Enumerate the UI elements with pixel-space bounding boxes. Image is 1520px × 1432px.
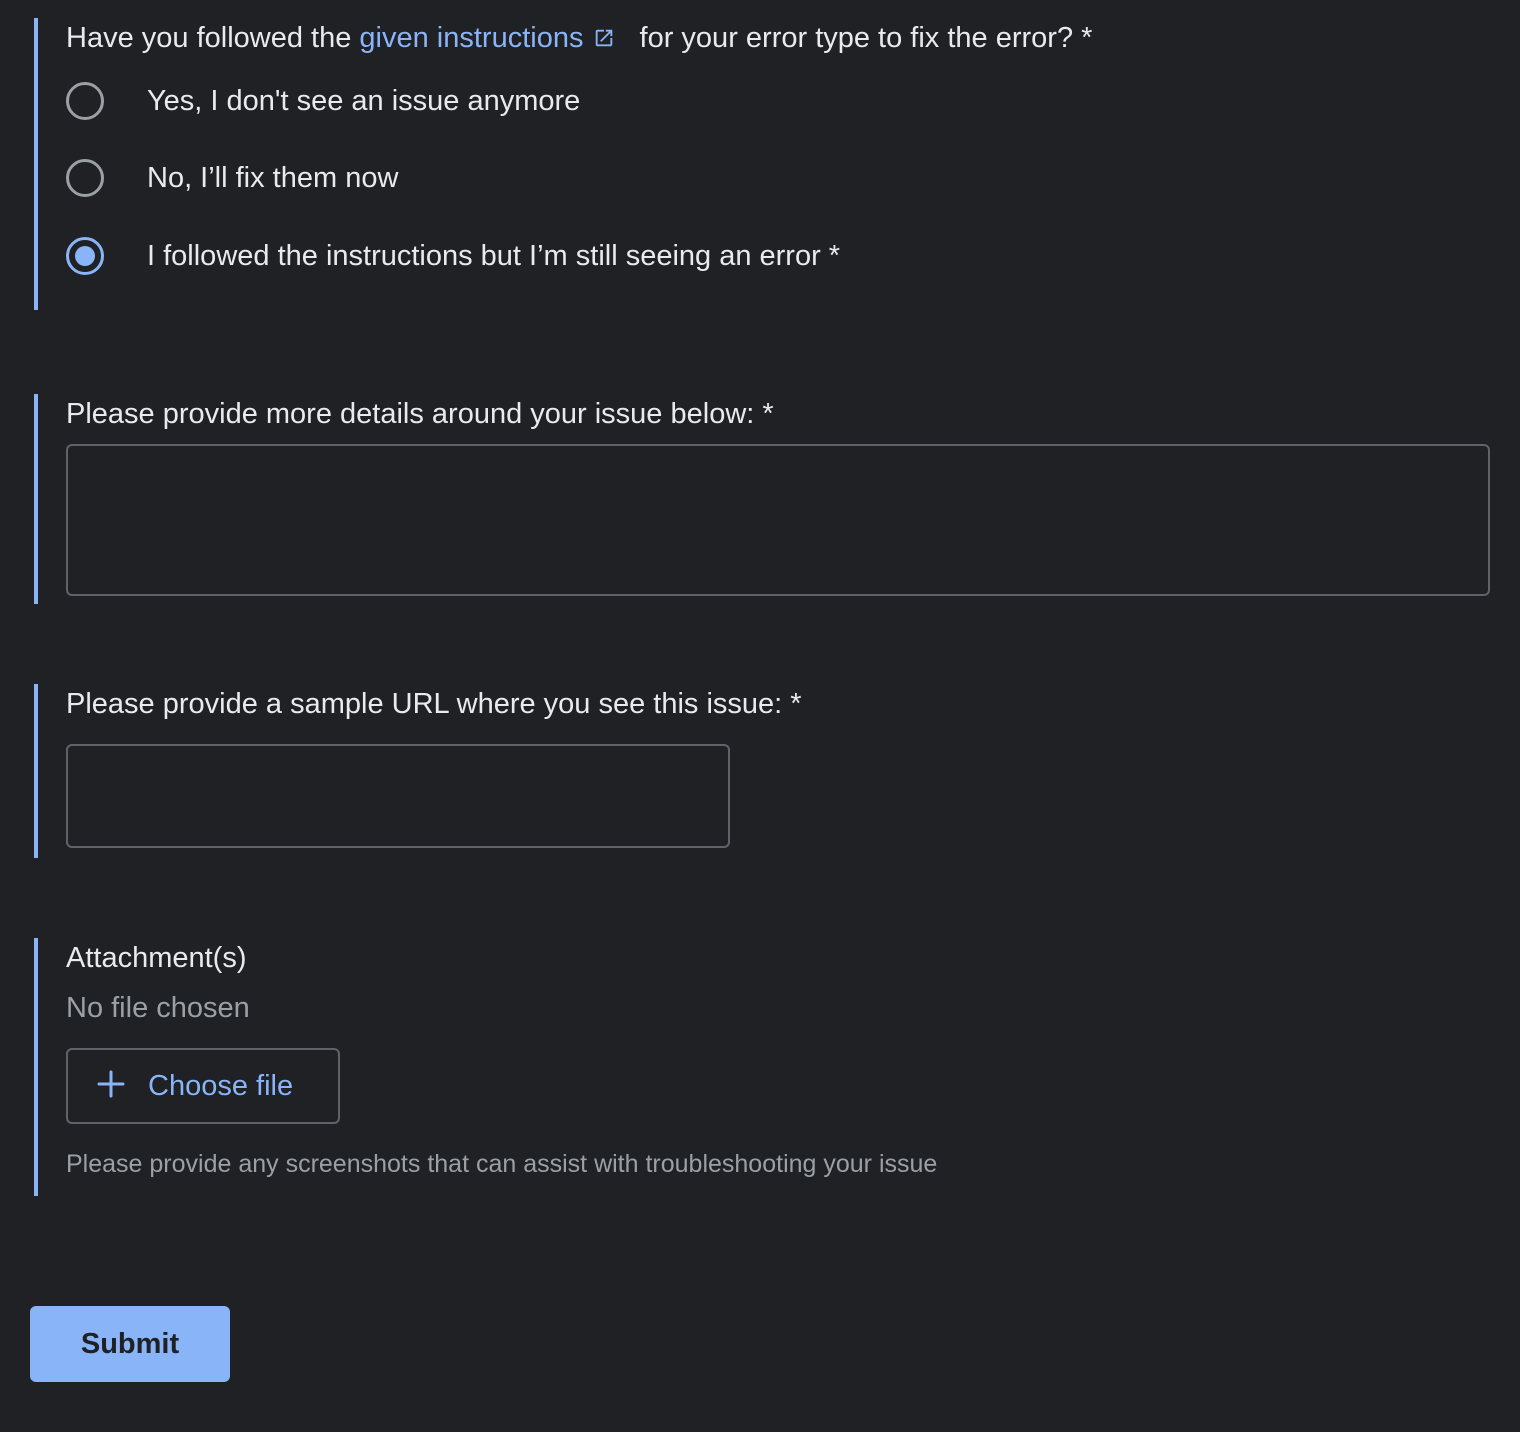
external-link-icon [593,22,615,58]
feedback-form: Have you followed the given instructions… [0,0,1520,1432]
given-instructions-label: given instructions [359,22,584,54]
question-suffix: for your error type to fix the error? * [639,22,1093,54]
plus-icon [96,1069,126,1104]
details-textarea[interactable] [66,444,1490,596]
attachments-label: Attachment(s) [66,942,247,974]
sample-url-label: Please provide a sample URL where you se… [66,688,802,720]
radio-option-no-issue[interactable]: Yes, I don't see an issue anymore [66,82,580,120]
attachments-hint: Please provide any screenshots that can … [66,1150,938,1178]
submit-button[interactable]: Submit [30,1306,230,1382]
given-instructions-link[interactable]: given instructions [359,22,631,54]
radio-option-still-error[interactable]: I followed the instructions but I’m stil… [66,237,840,275]
question-error-fix-section: Have you followed the given instructions… [34,18,1494,310]
sample-url-section: Please provide a sample URL where you se… [34,684,1494,858]
radio-option-label: Yes, I don't see an issue anymore [147,85,581,117]
sample-url-input[interactable] [66,744,730,848]
radio-button[interactable] [66,159,104,197]
radio-option-label: I followed the instructions but I’m stil… [147,240,841,272]
question-error-fix-text: Have you followed the given instructions… [66,20,1092,58]
radio-selected-dot [75,246,95,266]
radio-button-selected[interactable] [66,237,104,275]
radio-option-label: No, I’ll fix them now [147,162,399,194]
radio-option-fix-now[interactable]: No, I’ll fix them now [66,159,398,197]
question-prefix: Have you followed the [66,22,352,54]
attachments-section: Attachment(s) No file chosen Choose file… [34,938,1494,1196]
choose-file-button[interactable]: Choose file [66,1048,340,1124]
file-status-text: No file chosen [66,992,250,1024]
choose-file-label: Choose file [148,1069,294,1102]
details-section: Please provide more details around your … [34,394,1494,604]
details-label: Please provide more details around your … [66,398,774,430]
radio-button[interactable] [66,82,104,120]
